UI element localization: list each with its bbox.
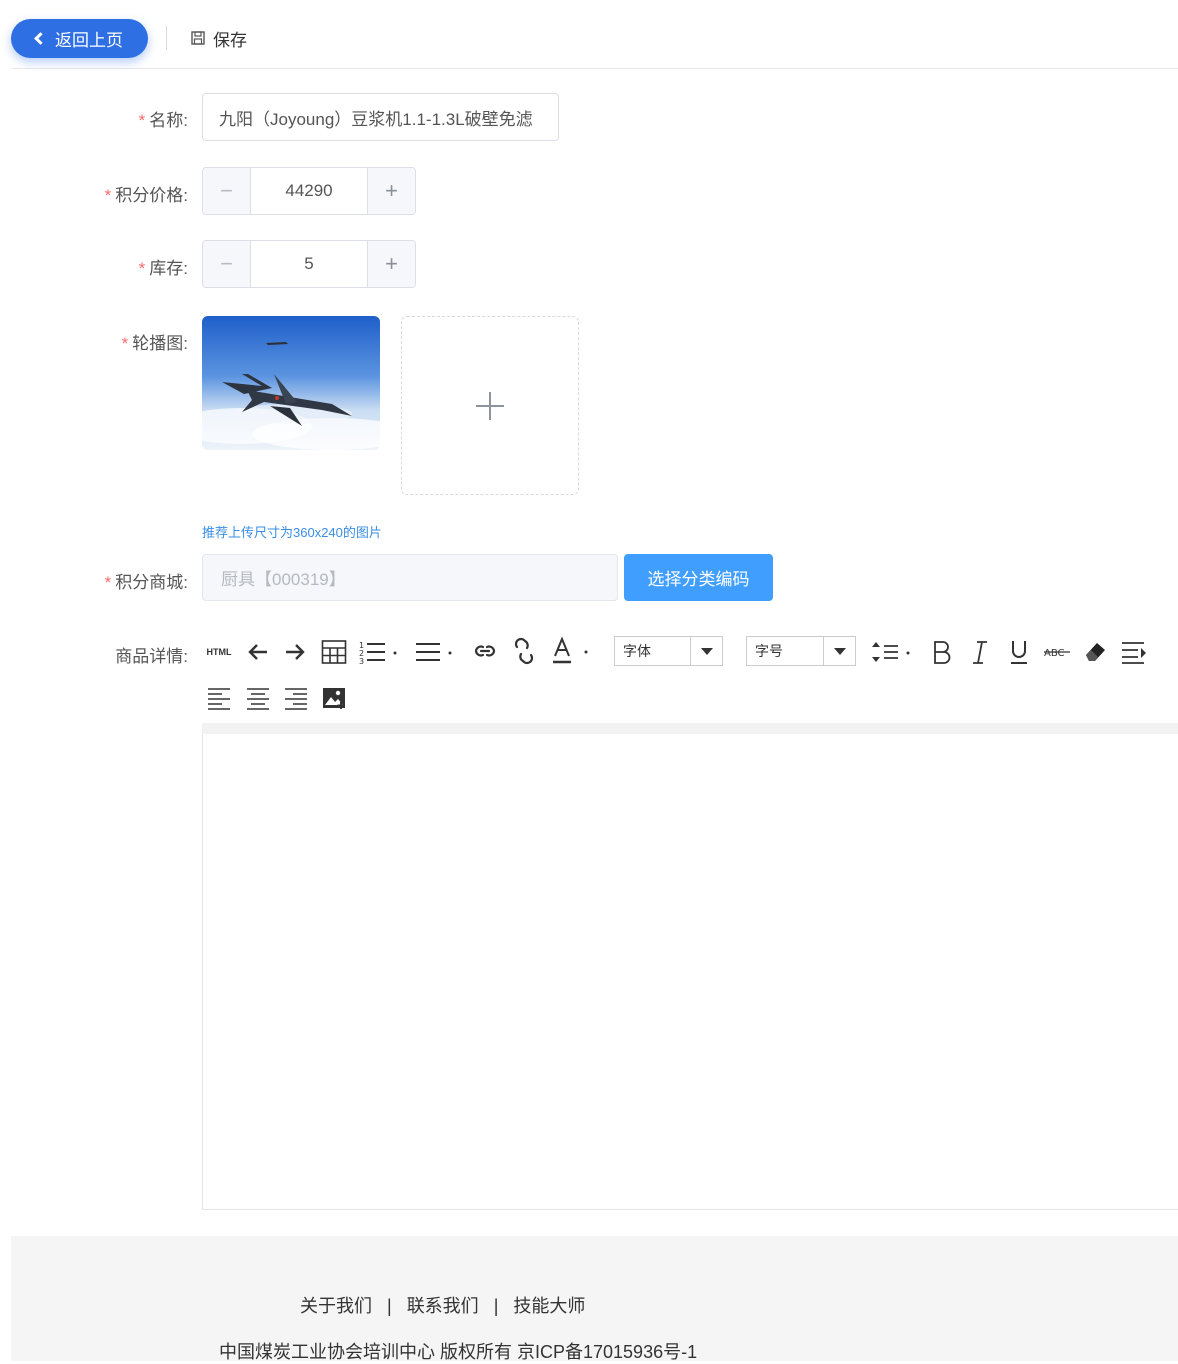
points-price-increment-button[interactable]: +	[367, 168, 415, 214]
font-color-icon[interactable]	[550, 636, 594, 666]
save-button-label: 保存	[213, 30, 247, 50]
points-price-decrement-button[interactable]: −	[203, 168, 251, 214]
image-upload-button[interactable]	[401, 316, 579, 495]
points-price-label: * 积分价格:	[104, 186, 188, 205]
back-button-label: 返回上页	[55, 31, 123, 50]
insert-image-icon[interactable]	[320, 684, 348, 712]
footer-link-about[interactable]: 关于我们	[300, 1296, 372, 1316]
unordered-list-icon[interactable]	[414, 638, 458, 666]
svg-text:ABC: ABC	[1044, 648, 1065, 659]
chevron-left-icon	[34, 32, 47, 45]
footer-separator: |	[387, 1296, 392, 1316]
stock-input[interactable]: 5	[251, 241, 367, 287]
points-price-stepper: − 44290 +	[202, 167, 416, 215]
align-left-icon[interactable]	[205, 684, 233, 712]
points-mall-label: * 积分商城:	[104, 573, 188, 592]
html-icon[interactable]: HTML	[205, 645, 233, 659]
eraser-icon[interactable]	[1082, 638, 1110, 666]
font-size-value: 字号	[755, 643, 783, 659]
chevron-down-icon	[690, 637, 722, 665]
name-input[interactable]: 九阳（Joyoung）豆浆机1.1-1.3L破壁免滤	[202, 93, 559, 141]
name-label: * 名称:	[138, 111, 188, 130]
stock-increment-button[interactable]: +	[367, 241, 415, 287]
font-size-select[interactable]: 字号	[746, 636, 856, 666]
copyright-text: 中国煤炭工业协会培训中心 版权所有 京ICP备17015936号-1	[219, 1342, 698, 1362]
font-family-value: 字体	[623, 643, 651, 659]
upload-hint: 推荐上传尺寸为360x240的图片	[202, 525, 382, 540]
undo-icon[interactable]	[246, 640, 270, 664]
category-code-input[interactable]: 厨具【000319】	[202, 554, 618, 601]
redo-icon[interactable]	[283, 640, 307, 664]
top-toolbar	[11, 0, 1178, 69]
carousel-label: * 轮播图:	[121, 334, 188, 353]
rich-text-editor-body[interactable]	[202, 734, 1178, 1210]
stock-stepper: − 5 +	[202, 240, 416, 288]
select-category-button[interactable]: 选择分类编码	[624, 554, 773, 601]
back-button[interactable]: 返回上页	[11, 19, 148, 58]
toolbar-divider	[166, 26, 167, 50]
points-price-input[interactable]: 44290	[251, 168, 367, 214]
table-icon[interactable]	[320, 638, 348, 666]
footer-links: 关于我们 | 联系我们 | 技能大师	[300, 1292, 585, 1318]
align-center-icon[interactable]	[244, 684, 272, 712]
footer-link-contact[interactable]: 联系我们	[407, 1296, 479, 1316]
jet-photo-image	[202, 316, 380, 450]
save-button[interactable]: 保存	[190, 26, 247, 50]
bold-icon[interactable]	[929, 638, 955, 666]
stock-decrement-button[interactable]: −	[203, 241, 251, 287]
line-height-icon[interactable]	[870, 638, 916, 666]
save-icon	[191, 31, 205, 45]
font-family-select[interactable]: 字体	[614, 636, 723, 666]
indent-icon[interactable]	[1120, 638, 1148, 666]
ordered-list-icon[interactable]: 123	[359, 638, 403, 666]
stock-label: * 库存:	[138, 259, 188, 278]
chevron-down-icon	[823, 637, 855, 665]
details-label: 商品详情:	[115, 647, 188, 666]
strikethrough-icon[interactable]: ABC	[1043, 640, 1071, 664]
underline-icon[interactable]	[1006, 638, 1032, 666]
italic-icon[interactable]	[967, 638, 993, 666]
align-right-icon[interactable]	[282, 684, 310, 712]
unlink-icon[interactable]	[510, 636, 538, 666]
link-icon[interactable]	[472, 638, 498, 664]
svg-text:3: 3	[359, 657, 364, 665]
carousel-image-thumbnail[interactable]	[202, 316, 380, 450]
editor-toolbar-strip	[202, 723, 1178, 734]
footer-link-masters[interactable]: 技能大师	[513, 1296, 585, 1316]
footer-separator: |	[493, 1296, 499, 1316]
